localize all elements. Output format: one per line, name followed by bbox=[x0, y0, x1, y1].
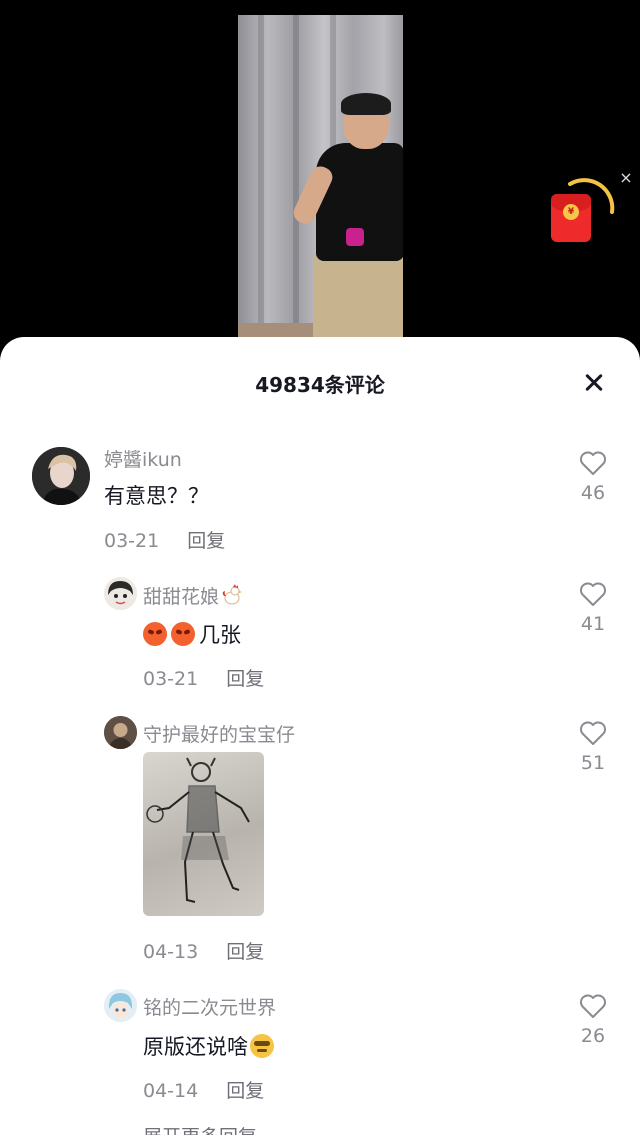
reply-button[interactable]: 回复 bbox=[187, 530, 225, 552]
rooster-emoji bbox=[222, 584, 243, 605]
heart-icon[interactable] bbox=[579, 581, 607, 607]
curtain-fold bbox=[293, 15, 299, 345]
comment-username[interactable]: 婷醬ikun bbox=[104, 445, 182, 472]
like-button[interactable]: 41 bbox=[570, 581, 616, 635]
expand-more-replies-link[interactable]: 展开更多回复 bbox=[143, 1122, 257, 1135]
comment-username[interactable]: 守护最好的宝宝仔 bbox=[143, 720, 295, 747]
comment-username[interactable]: 铭的二次元世界 bbox=[143, 993, 276, 1020]
avatar-cartoon bbox=[104, 577, 137, 610]
like-count: 46 bbox=[580, 482, 606, 504]
pink-bag bbox=[346, 228, 364, 246]
curtain-fold bbox=[258, 15, 264, 345]
heart-icon[interactable] bbox=[579, 993, 607, 1019]
video-player[interactable]: ¥ × bbox=[0, 0, 640, 360]
person-pants bbox=[313, 253, 403, 345]
comment-text: 有意思？？ bbox=[104, 484, 209, 508]
avatar[interactable] bbox=[104, 577, 137, 610]
smug-face-emoji bbox=[250, 1034, 274, 1058]
comment-meta: 03-21 回复 bbox=[104, 526, 225, 553]
comment-date: 04-13 bbox=[143, 941, 199, 963]
like-button[interactable]: 51 bbox=[570, 720, 616, 774]
comment-text-content: 原版还说啥 bbox=[143, 1035, 248, 1059]
reply-button[interactable]: 回复 bbox=[226, 1080, 264, 1102]
red-packet-icon[interactable]: ¥ bbox=[551, 194, 591, 242]
like-count: 51 bbox=[580, 752, 606, 774]
reply-button[interactable]: 回复 bbox=[226, 668, 264, 690]
comment-meta: 03-21 回复 bbox=[143, 664, 264, 691]
like-count: 26 bbox=[580, 1025, 606, 1047]
comment-date: 03-21 bbox=[104, 530, 160, 552]
comment-date: 04-14 bbox=[143, 1080, 199, 1102]
reply-button[interactable]: 回复 bbox=[226, 941, 264, 963]
avatar-anime bbox=[104, 989, 137, 1022]
comment-text-content: 几张 bbox=[199, 623, 241, 647]
comment-username[interactable]: 甜甜花娘 bbox=[143, 582, 247, 609]
pencil-sketch-image bbox=[146, 757, 250, 903]
comment-date: 03-21 bbox=[143, 668, 199, 690]
comment-text: 原版还说啥 bbox=[143, 1031, 278, 1061]
comment-text: 几张 bbox=[143, 619, 241, 649]
avatar-portrait bbox=[32, 447, 90, 505]
like-count: 41 bbox=[580, 613, 606, 635]
avatar[interactable] bbox=[32, 447, 90, 505]
angry-face-emoji bbox=[143, 622, 167, 646]
comments-header: 49834条评论 bbox=[0, 337, 640, 429]
person-hair bbox=[341, 93, 391, 115]
comment-image[interactable] bbox=[143, 752, 264, 916]
comment-meta: 04-13 回复 bbox=[143, 937, 264, 964]
video-frame[interactable] bbox=[238, 15, 403, 345]
comments-count-title: 49834条评论 bbox=[255, 373, 385, 397]
avatar[interactable] bbox=[104, 989, 137, 1022]
angry-face-emoji bbox=[171, 622, 195, 646]
close-icon[interactable] bbox=[580, 369, 608, 397]
heart-icon[interactable] bbox=[579, 720, 607, 746]
comments-sheet: 49834条评论 婷醬ikun 有意思？？ 03-21 回复 46 甜甜花娘 几… bbox=[0, 337, 640, 1135]
like-button[interactable]: 46 bbox=[570, 450, 616, 504]
like-button[interactable]: 26 bbox=[570, 993, 616, 1047]
heart-icon[interactable] bbox=[579, 450, 607, 476]
red-packet-close-icon[interactable]: × bbox=[618, 170, 634, 186]
red-packet-coin: ¥ bbox=[563, 204, 579, 220]
comment-username-text[interactable]: 甜甜花娘 bbox=[143, 586, 219, 608]
avatar-photo bbox=[104, 716, 137, 749]
red-packet-widget[interactable]: ¥ bbox=[548, 178, 618, 248]
avatar[interactable] bbox=[104, 716, 137, 749]
comment-meta: 04-14 回复 bbox=[143, 1076, 264, 1103]
